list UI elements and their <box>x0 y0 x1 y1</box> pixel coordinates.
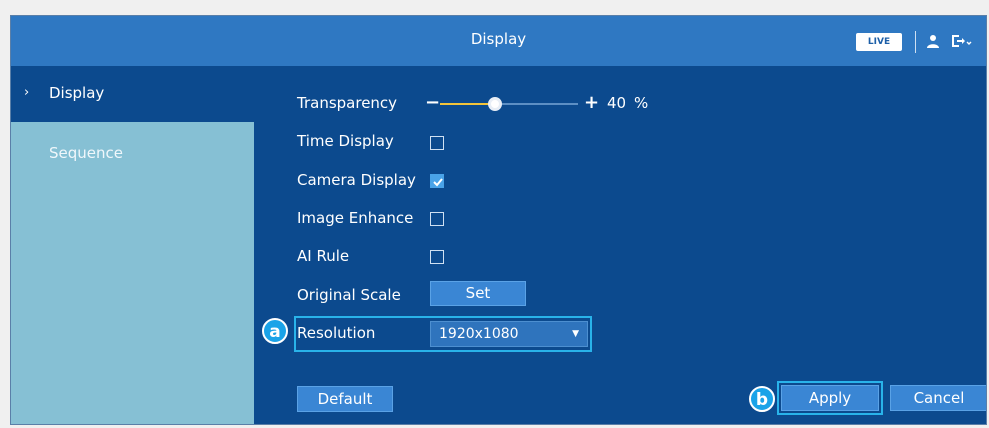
image-enhance-checkbox[interactable] <box>430 212 444 226</box>
camera-display-label: Camera Display <box>297 171 416 189</box>
annotation-badge-b: b <box>749 386 775 412</box>
sidebar: › Display Sequence <box>11 66 254 424</box>
time-display-checkbox[interactable] <box>430 136 444 150</box>
resolution-label: Resolution <box>297 324 376 342</box>
title-bar: Display LIVE <box>11 16 986 66</box>
transparency-slider[interactable] <box>440 97 578 111</box>
transparency-unit: % <box>634 94 649 112</box>
resolution-select[interactable]: 1920x1080 ▼ <box>430 321 588 347</box>
increase-transparency-button[interactable]: + <box>584 92 599 113</box>
decrease-transparency-button[interactable]: − <box>425 92 440 113</box>
checkmark-icon <box>433 178 443 187</box>
sidebar-item-label: Sequence <box>49 144 123 162</box>
original-scale-label: Original Scale <box>297 286 401 304</box>
cancel-button[interactable]: Cancel <box>890 385 986 411</box>
sidebar-item-label: Display <box>49 84 105 102</box>
chevron-right-icon: › <box>24 85 30 100</box>
window-title: Display <box>470 30 527 48</box>
sidebar-item-sequence[interactable]: Sequence <box>11 122 254 424</box>
live-button[interactable]: LIVE <box>856 33 902 51</box>
original-scale-set-button[interactable]: Set <box>430 281 526 306</box>
apply-button[interactable]: Apply <box>781 385 879 411</box>
sidebar-item-display[interactable]: › Display <box>11 66 254 122</box>
slider-fill <box>440 103 496 105</box>
time-display-label: Time Display <box>297 132 394 150</box>
dropdown-arrow-icon: ▼ <box>572 329 579 339</box>
image-enhance-label: Image Enhance <box>297 209 414 227</box>
transparency-label: Transparency <box>297 94 398 112</box>
ai-rule-label: AI Rule <box>297 247 350 265</box>
display-settings-window: Display LIVE › Display Sequence Transpar… <box>10 15 987 425</box>
ai-rule-checkbox[interactable] <box>430 250 444 264</box>
camera-display-checkbox[interactable] <box>430 174 444 188</box>
user-icon[interactable] <box>925 33 941 49</box>
default-button[interactable]: Default <box>297 386 393 412</box>
titlebar-divider <box>915 31 916 53</box>
resolution-value: 1920x1080 <box>439 326 519 342</box>
transparency-value: 40 <box>607 94 627 112</box>
settings-content: Transparency − + 40 % Time Display Camer… <box>254 66 986 424</box>
logout-icon[interactable] <box>950 33 972 49</box>
slider-thumb[interactable] <box>488 97 503 111</box>
annotation-badge-a: a <box>262 318 288 344</box>
